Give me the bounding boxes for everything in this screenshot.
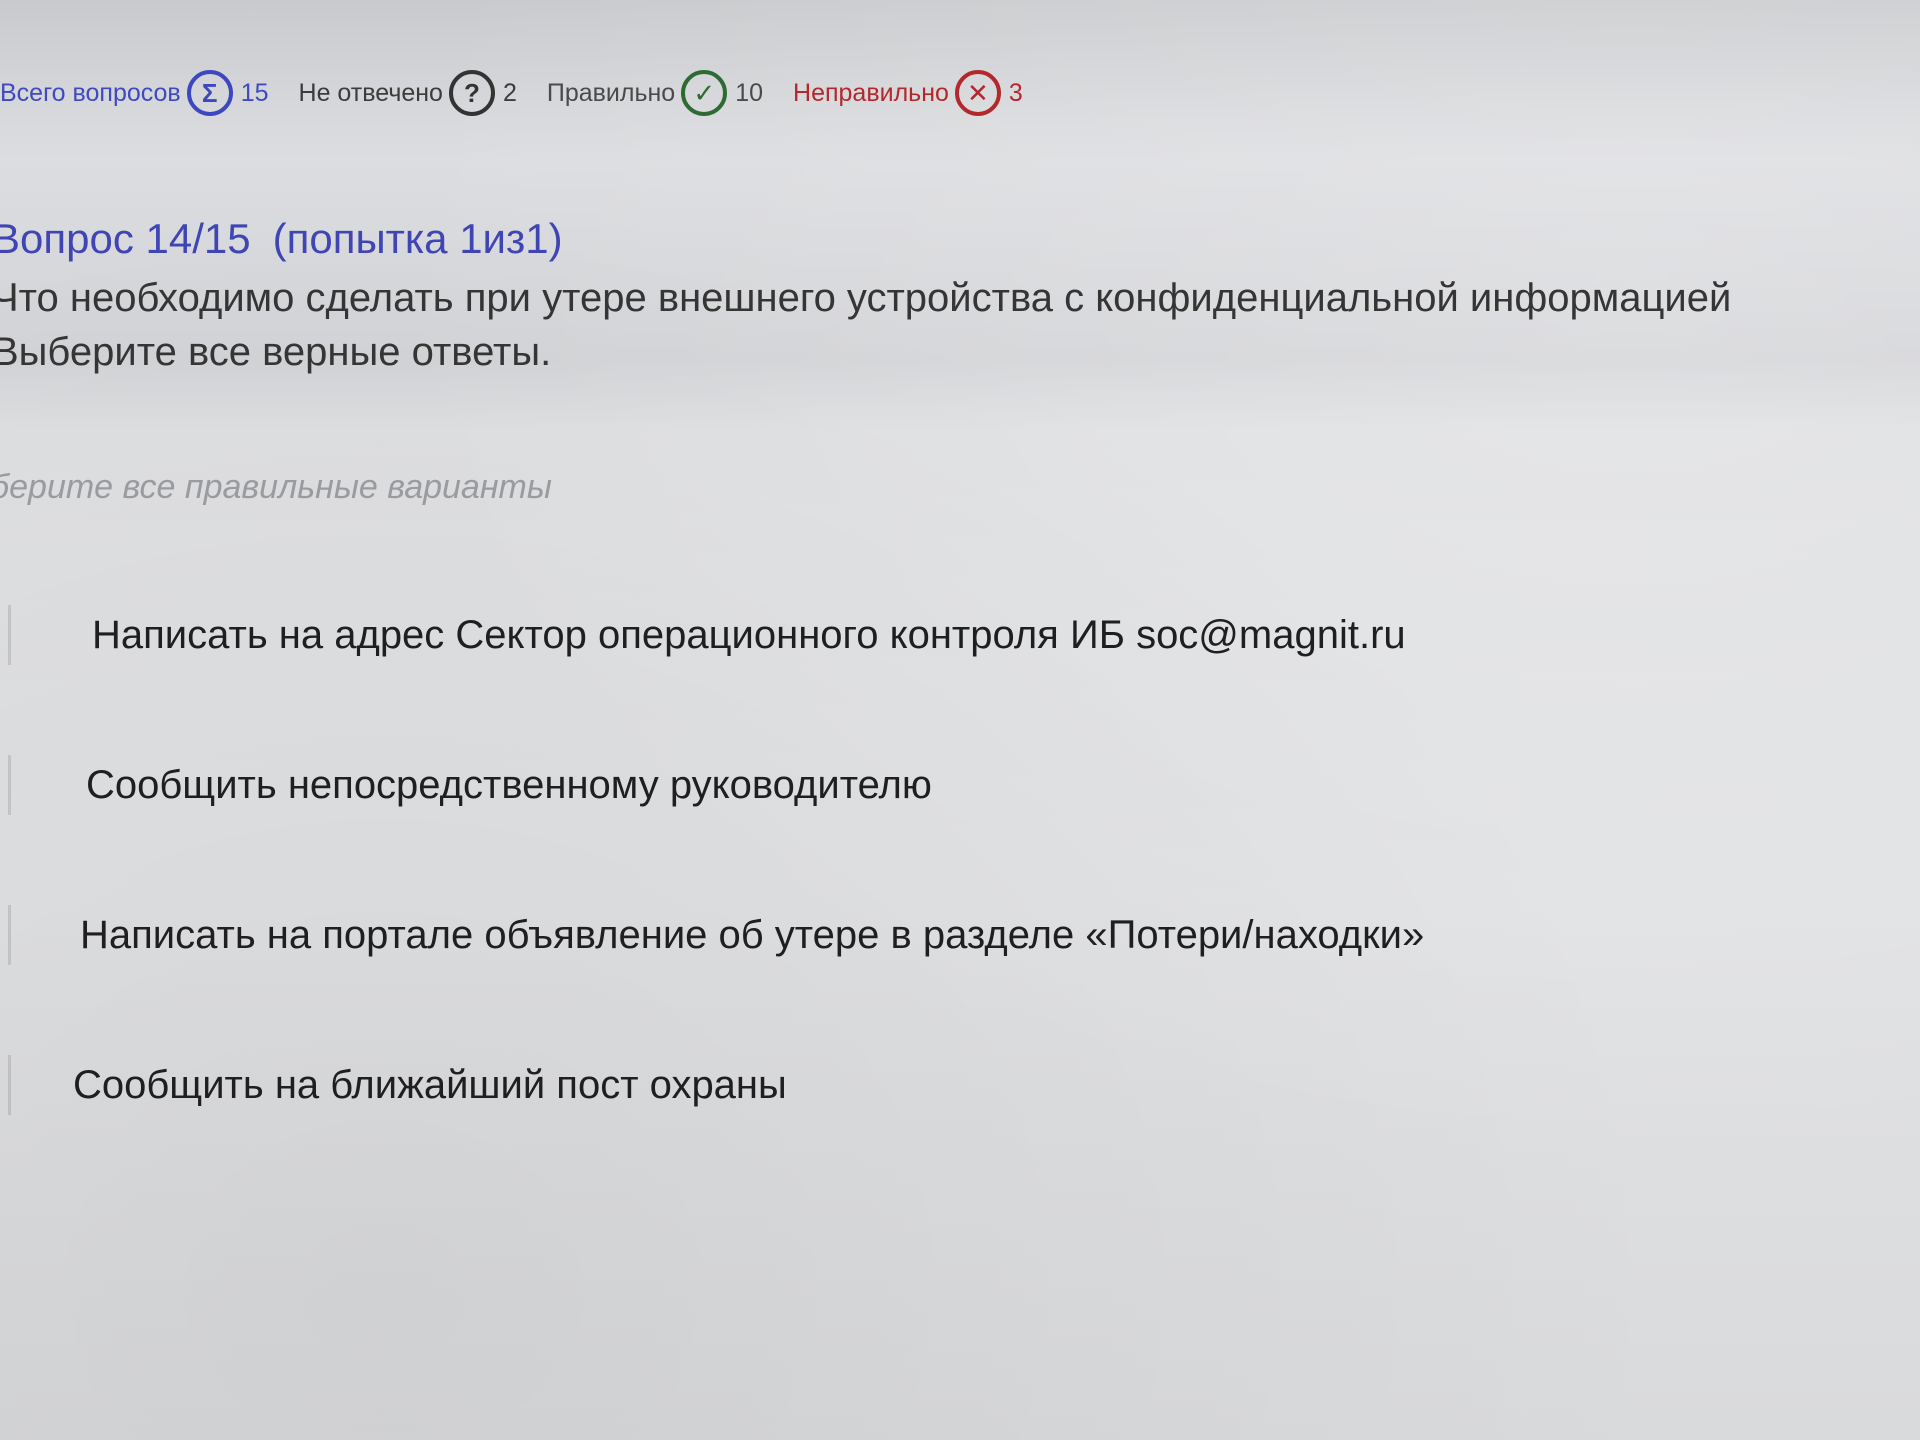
stat-correct-count: 10 [735, 78, 764, 107]
option-label: Написать на портале объявление об утере … [80, 912, 1425, 957]
answer-option[interactable]: Сообщить на ближайший пост охраны [0, 1010, 1900, 1160]
option-label: Написать на адрес Сектор операционного к… [92, 612, 1406, 657]
stat-total-questions: Всего вопросов Σ 15 [0, 70, 269, 116]
question-icon: ? [448, 70, 495, 116]
sigma-icon: Σ [186, 70, 233, 116]
question-text: Что необходимо сделать при утере внешнег… [0, 271, 1920, 379]
stat-unanswered-count: 2 [502, 78, 517, 107]
question-text-line: Что необходимо сделать при утере внешнег… [0, 276, 1732, 320]
question-block: Вопрос 14/15 (попытка 1из1) Что необходим… [0, 215, 1920, 379]
stat-wrong-label: Неправильно [793, 78, 949, 107]
answer-hint: берите все правильные варианты [0, 468, 552, 506]
answer-option[interactable]: Написать на адрес Сектор операционного к… [0, 560, 1900, 710]
cross-icon: ✕ [954, 70, 1001, 116]
question-header: Вопрос 14/15 (попытка 1из1) [0, 215, 1920, 263]
answer-option[interactable]: Сообщить непосредственному руководителю [0, 710, 1900, 860]
option-label: Сообщить на ближайший пост охраны [73, 1062, 787, 1107]
option-checkbox[interactable] [8, 605, 44, 665]
option-checkbox[interactable] [8, 1055, 44, 1115]
check-icon: ✓ [681, 70, 728, 116]
answer-option[interactable]: Написать на портале объявление об утере … [0, 860, 1900, 1010]
option-label: Сообщить непосредственному руководителю [86, 762, 932, 807]
stat-unanswered-label: Не отвечено [298, 78, 443, 107]
stat-unanswered: Не отвечено ? 2 [299, 70, 517, 116]
option-checkbox[interactable] [8, 905, 44, 965]
stat-wrong: Неправильно ✕ 3 [793, 70, 1023, 116]
stat-correct: Правильно ✓ 10 [547, 70, 763, 116]
stats-bar: Всего вопросов Σ 15 Не отвечено ? 2 Прав… [0, 58, 1053, 128]
stat-correct-label: Правильно [546, 78, 676, 107]
question-number: Вопрос 14/15 [0, 215, 251, 262]
stat-total-label: Всего вопросов [0, 78, 181, 107]
stat-total-count: 15 [240, 78, 269, 107]
stat-wrong-count: 3 [1008, 78, 1023, 107]
question-instruction: Выберите все верные ответы. [0, 330, 552, 374]
answer-options: Написать на адрес Сектор операционного к… [0, 560, 1900, 1160]
option-checkbox[interactable] [8, 755, 44, 815]
question-attempt: (попытка 1из1) [272, 215, 563, 262]
